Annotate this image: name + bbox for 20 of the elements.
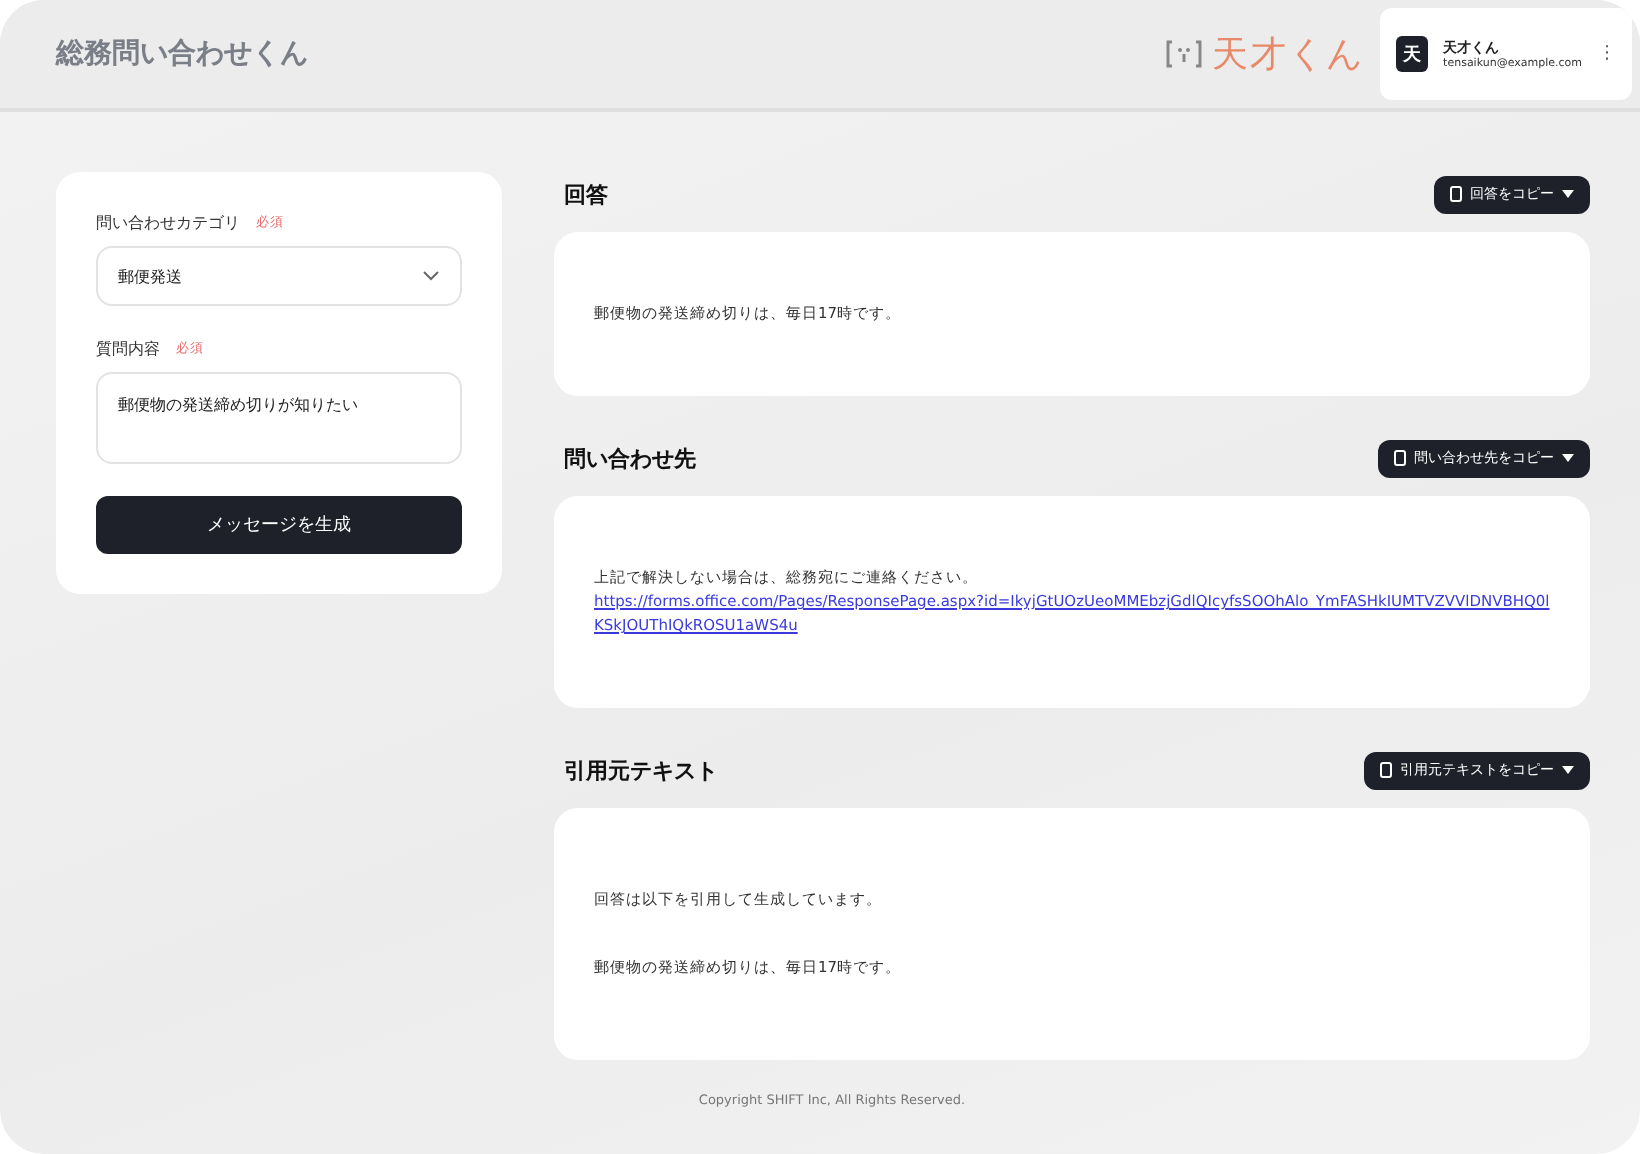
app-title: 総務問い合わせくん (56, 36, 310, 72)
copy-icon (1380, 762, 1392, 778)
caret-icon (1562, 190, 1574, 198)
user-avatar: 天 (1396, 36, 1428, 72)
field-label: 問い合わせカテゴリ (96, 212, 240, 234)
category-select[interactable]: 郵便発送 (96, 246, 462, 306)
copy-icon (1394, 450, 1406, 466)
caret-icon (1562, 454, 1574, 462)
chevron-down-icon (422, 270, 440, 282)
logo-text: 天才くん (1212, 32, 1364, 78)
copy-icon (1450, 186, 1462, 202)
question-textarea[interactable]: 郵便物の発送締め切りが知りたい (96, 372, 462, 464)
section-title: 回答 (564, 179, 608, 209)
section-title: 問い合わせ先 (564, 443, 696, 473)
field-label: 質問内容 (96, 338, 160, 360)
generate-button[interactable]: メッセージを生成 (96, 496, 462, 554)
section-title: 引用元テキスト (564, 755, 718, 785)
menu-icon[interactable]: ⋮ (1598, 44, 1616, 64)
caret-icon (1562, 766, 1574, 774)
bracket-dot-icon (1164, 38, 1204, 70)
